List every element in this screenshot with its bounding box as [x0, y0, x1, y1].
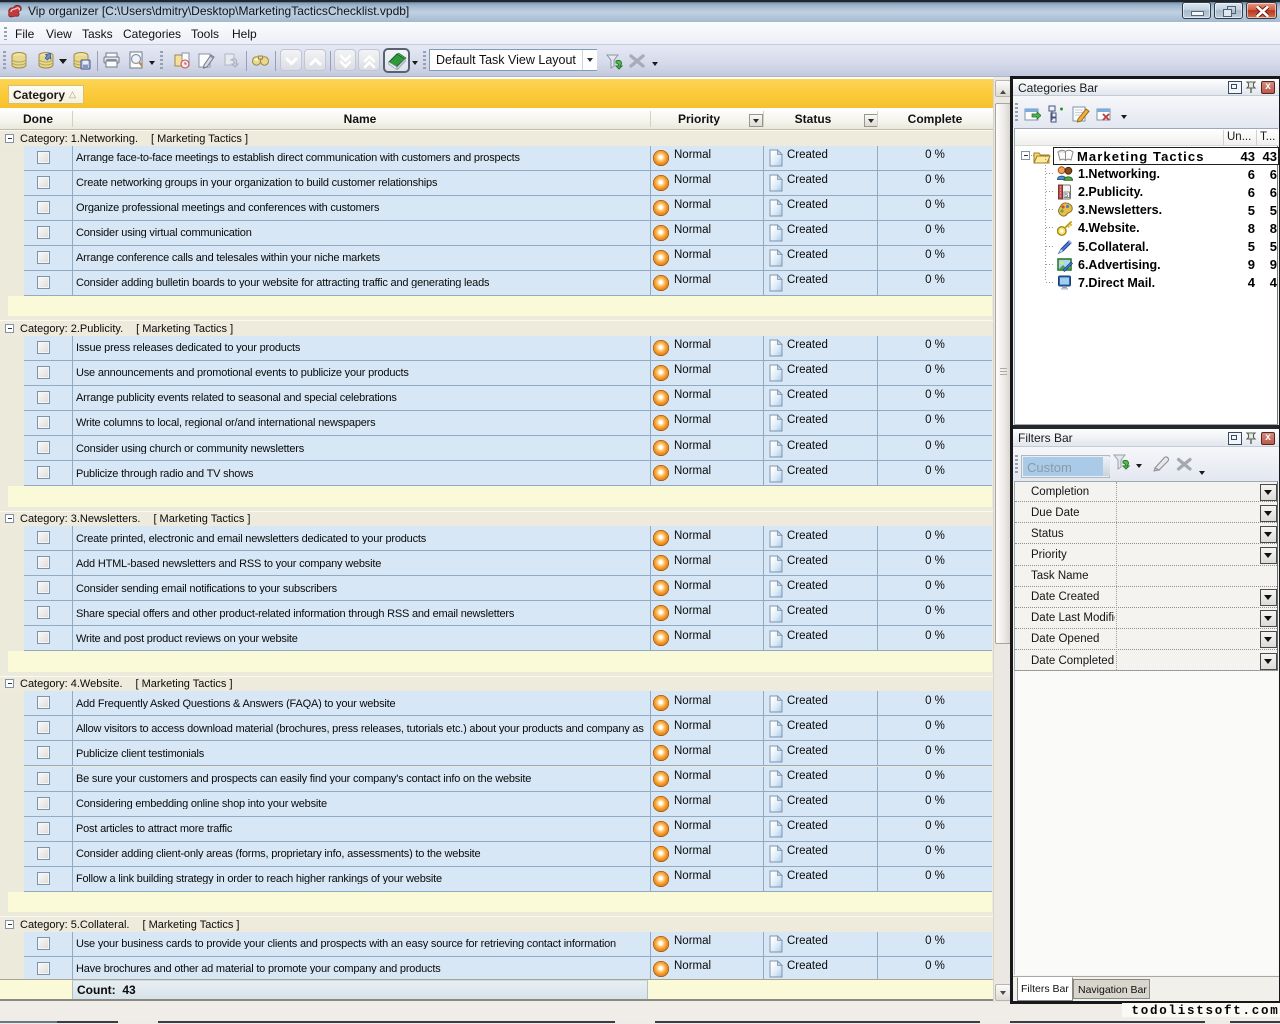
svg-text:5: 5 — [1065, 193, 1068, 199]
